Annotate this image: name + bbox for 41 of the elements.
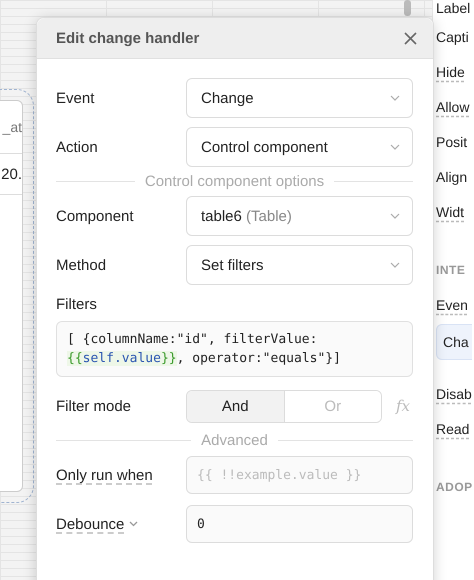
section-divider-label: Control component options [144, 173, 324, 190]
property-label: Posit [436, 134, 468, 152]
dropdown[interactable]: Set filters [186, 245, 413, 285]
field-label: Filter mode [56, 398, 132, 414]
chevron-down-icon [390, 144, 400, 150]
property-label: Capti [436, 29, 470, 47]
field-label: Debounce [56, 516, 124, 532]
property-label: Hide [436, 64, 466, 82]
field-label: Component [56, 208, 134, 224]
property-label: Align [436, 169, 468, 187]
chevron-down-icon [390, 262, 400, 268]
field-label: Event [56, 90, 94, 106]
scrollbar[interactable] [404, 0, 411, 16]
section-heading: ADOP [436, 480, 474, 494]
chevron-down-icon [390, 213, 400, 219]
column-header: _at [0, 101, 22, 154]
close-icon[interactable] [404, 32, 417, 44]
property-label: Even [436, 297, 469, 315]
code-editor[interactable]: [ {columnName:"id", filterValue: {{self.value}}, operator:"equals"}] [56, 321, 413, 377]
field-label: Filters [56, 296, 98, 313]
dropdown[interactable]: Change [186, 78, 413, 118]
caret-icon[interactable] [129, 521, 138, 527]
table-cell: 20. [0, 154, 22, 195]
field-label: Only run when [56, 466, 153, 484]
property-label: Label [436, 0, 472, 18]
property-label: Allow [436, 99, 470, 117]
dropdown[interactable]: table6 (Table) [186, 196, 413, 236]
property-label: Read [436, 421, 470, 439]
property-label: Disab [436, 386, 473, 404]
dropdown[interactable]: Control component [186, 127, 413, 167]
field-label: Method [56, 256, 106, 274]
section-divider-label: Advanced [201, 432, 268, 449]
modal-title: Edit change handler [56, 30, 200, 46]
chevron-down-icon [390, 95, 400, 101]
input-field[interactable]: {{ !!example.value }} [186, 456, 413, 494]
input-field[interactable]: 0 [186, 505, 413, 543]
event-handler-button[interactable]: Cha [436, 324, 472, 360]
property-label: Widt [436, 204, 465, 222]
segment-option[interactable]: And [187, 390, 284, 422]
field-label: Action [56, 138, 98, 156]
section-heading: INTE [436, 263, 466, 277]
